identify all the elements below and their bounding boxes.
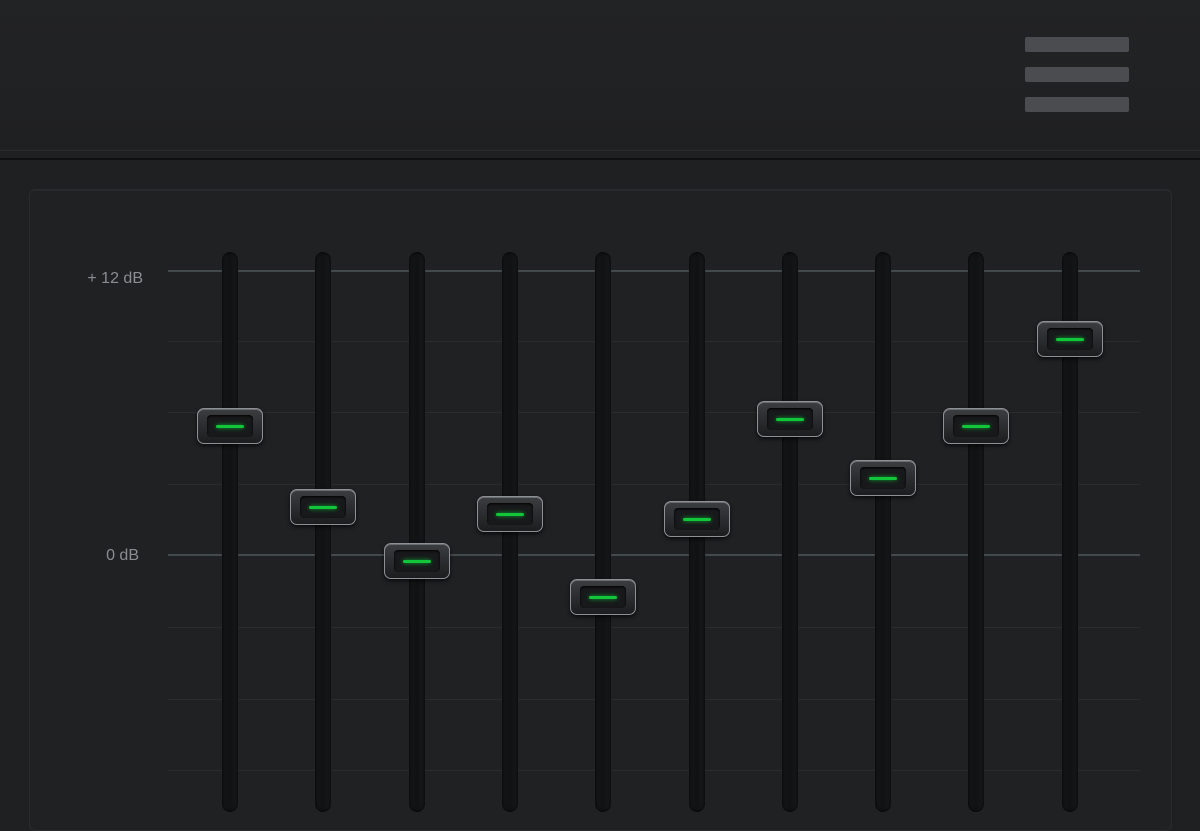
knob-face	[207, 415, 253, 438]
knob-face	[953, 415, 1000, 438]
db-label-zero: 0 dB	[106, 547, 139, 564]
slider-track-band-9[interactable]	[968, 252, 985, 812]
menu-bar-top	[1025, 37, 1129, 52]
knob-led-indicator	[589, 595, 618, 599]
slider-track-band-8[interactable]	[875, 252, 892, 812]
knob-face	[300, 495, 347, 518]
menu-bar-bottom	[1025, 97, 1129, 112]
grid-line-zero-db	[168, 554, 1140, 556]
slider-knob-band-5[interactable]	[570, 578, 637, 615]
slider-track-band-2[interactable]	[315, 252, 332, 812]
knob-face	[486, 502, 533, 525]
grid-line-plus-12db	[168, 270, 1140, 272]
slider-track-band-4[interactable]	[501, 252, 518, 812]
menu-button[interactable]	[1020, 32, 1134, 118]
grid-line	[168, 341, 1140, 342]
slider-track-band-1[interactable]	[222, 252, 238, 812]
slider-track-band-3[interactable]	[408, 252, 425, 812]
slider-knob-band-6[interactable]	[663, 500, 730, 537]
grid-line	[168, 699, 1140, 700]
db-label-plus-12: + 12 dB	[87, 270, 143, 287]
knob-face	[673, 507, 720, 530]
knob-led-indicator	[682, 517, 711, 521]
knob-led-indicator	[402, 560, 431, 564]
slider-knob-band-10[interactable]	[1036, 320, 1103, 357]
knob-led-indicator	[309, 505, 338, 509]
knob-led-indicator	[495, 512, 524, 516]
knob-face	[766, 408, 813, 431]
slider-knob-band-9[interactable]	[943, 408, 1010, 445]
slider-knob-band-4[interactable]	[476, 495, 543, 532]
grid-line	[168, 627, 1140, 628]
knob-led-indicator	[1055, 337, 1084, 341]
slider-knob-band-7[interactable]	[756, 401, 823, 438]
knob-led-indicator	[775, 418, 804, 422]
grid-line	[168, 770, 1140, 771]
knob-face	[1046, 327, 1093, 350]
knob-led-indicator	[962, 425, 991, 429]
slider-track-band-7[interactable]	[781, 252, 798, 812]
slider-knob-band-2[interactable]	[290, 488, 357, 525]
knob-led-indicator	[869, 477, 898, 481]
header-divider	[0, 158, 1200, 160]
menu-bar-middle	[1025, 67, 1129, 82]
slider-knob-band-1[interactable]	[197, 408, 263, 445]
slider-track-band-5[interactable]	[595, 252, 612, 812]
grid-line	[168, 484, 1140, 485]
knob-face	[860, 467, 907, 490]
slider-knob-band-8[interactable]	[850, 460, 917, 497]
knob-face	[580, 585, 627, 608]
slider-knob-band-3[interactable]	[383, 543, 450, 580]
knob-face	[393, 550, 440, 573]
knob-led-indicator	[216, 425, 244, 429]
